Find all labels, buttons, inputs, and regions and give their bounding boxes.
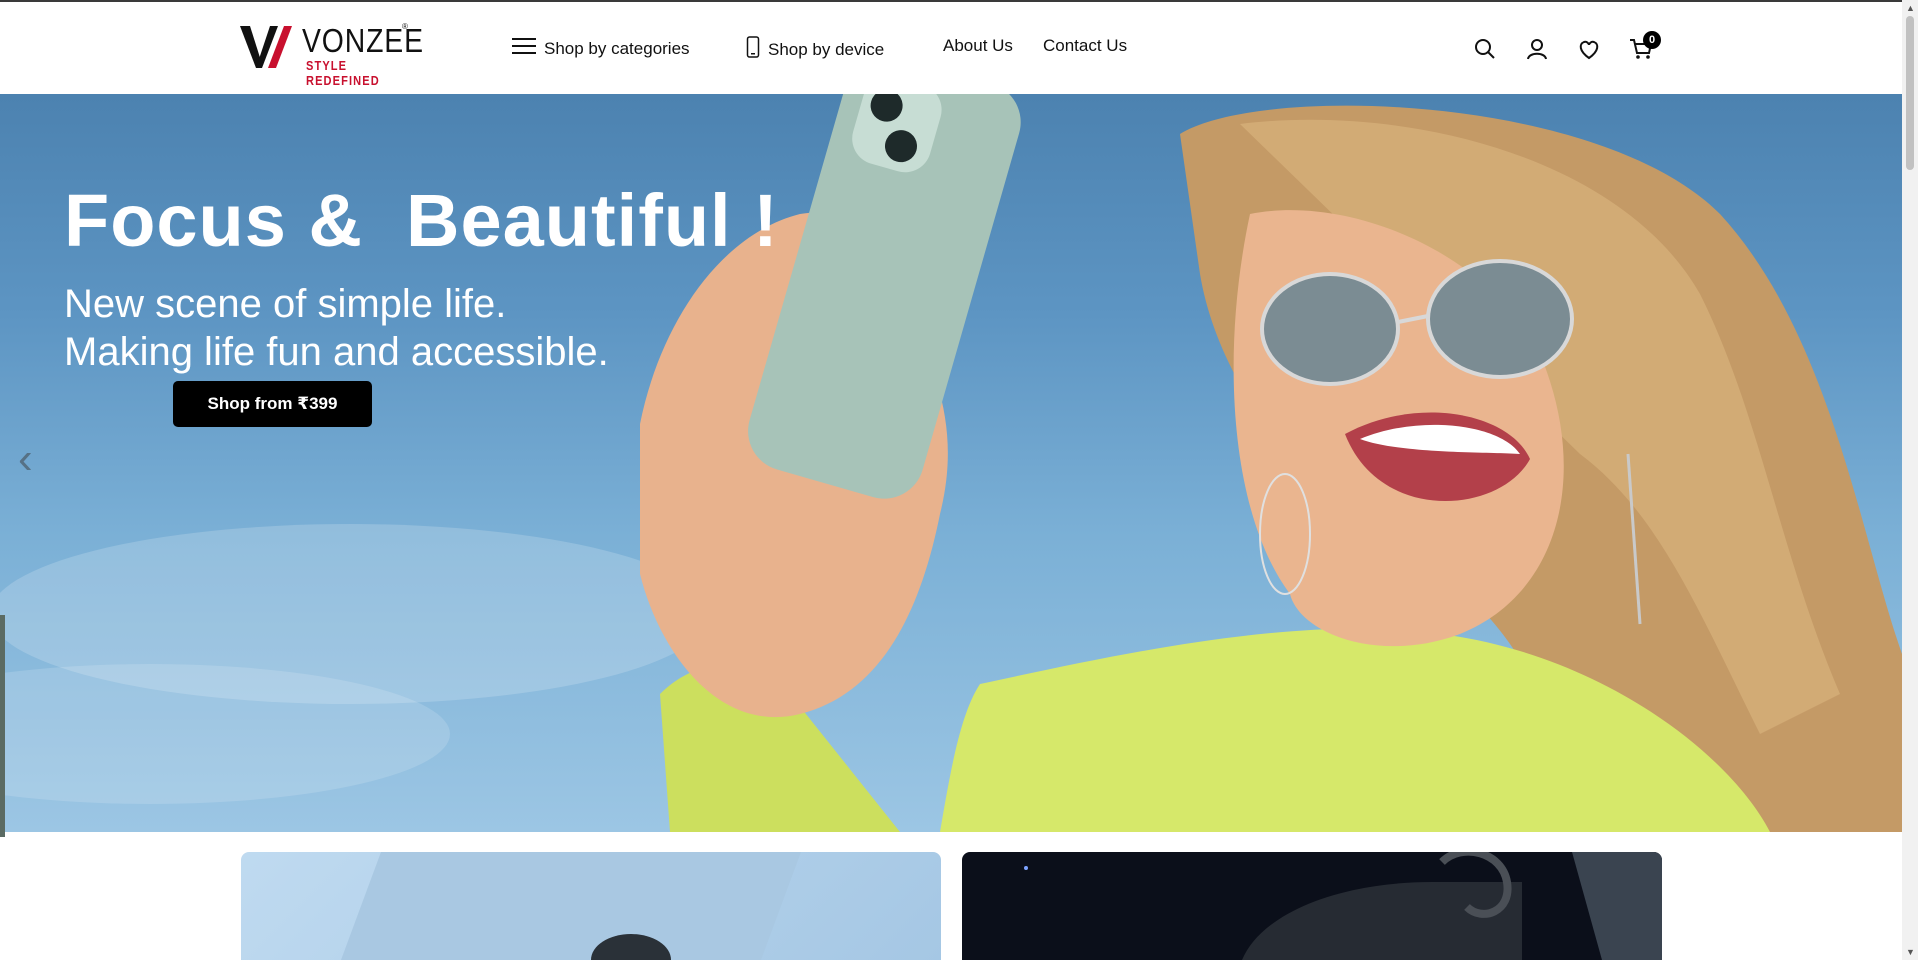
promo-card-image bbox=[1024, 852, 1662, 960]
cart-count-badge: 0 bbox=[1643, 31, 1661, 49]
promo-card-cases[interactable] bbox=[241, 852, 941, 960]
nav-contact-us[interactable]: Contact Us bbox=[1043, 36, 1127, 56]
scrollbar-thumb[interactable] bbox=[1906, 16, 1914, 170]
promo-card-accessories[interactable] bbox=[962, 852, 1662, 960]
carousel-prev-icon[interactable]: ‹ bbox=[18, 434, 33, 484]
nav-device-label: Shop by device bbox=[768, 39, 885, 59]
shop-from-button[interactable]: Shop from ₹399 bbox=[173, 381, 372, 427]
hero-subtitle-line-2: Making life fun and accessible. bbox=[64, 330, 609, 374]
registered-mark: ® bbox=[402, 22, 408, 31]
nav-about-us[interactable]: About Us bbox=[943, 36, 1013, 56]
search-icon[interactable] bbox=[1472, 36, 1498, 62]
site-header: VONZEE ® STYLE REDEFINED Shop by categor… bbox=[0, 2, 1902, 94]
hero-banner[interactable]: Focus & Beautiful ! New scene of simple … bbox=[0, 94, 1902, 832]
side-tab[interactable] bbox=[0, 615, 5, 837]
promo-card-image bbox=[341, 852, 801, 960]
menu-icon bbox=[512, 36, 536, 61]
logo-mark-icon bbox=[240, 26, 292, 68]
hero-subtitle: New scene of simple life. Making life fu… bbox=[64, 280, 609, 376]
brand-tagline: STYLE REDEFINED bbox=[306, 58, 380, 88]
nav-categories-label: Shop by categories bbox=[544, 38, 690, 58]
nav-shop-by-device[interactable]: Shop by device bbox=[746, 36, 884, 63]
heart-icon[interactable] bbox=[1576, 36, 1602, 62]
user-icon[interactable] bbox=[1524, 36, 1550, 62]
scroll-up-icon[interactable]: ▲ bbox=[1906, 3, 1915, 13]
page-scrollbar[interactable]: ▲ ▼ bbox=[1902, 0, 1918, 960]
hero-title: Focus & Beautiful ! bbox=[64, 179, 779, 262]
phone-icon bbox=[746, 36, 760, 63]
scroll-down-icon[interactable]: ▼ bbox=[1906, 947, 1915, 957]
nav-shop-by-categories[interactable]: Shop by categories bbox=[512, 36, 690, 61]
hero-subtitle-line-1: New scene of simple life. bbox=[64, 282, 507, 326]
brand-logo[interactable]: VONZEE ® STYLE REDEFINED bbox=[240, 20, 423, 88]
